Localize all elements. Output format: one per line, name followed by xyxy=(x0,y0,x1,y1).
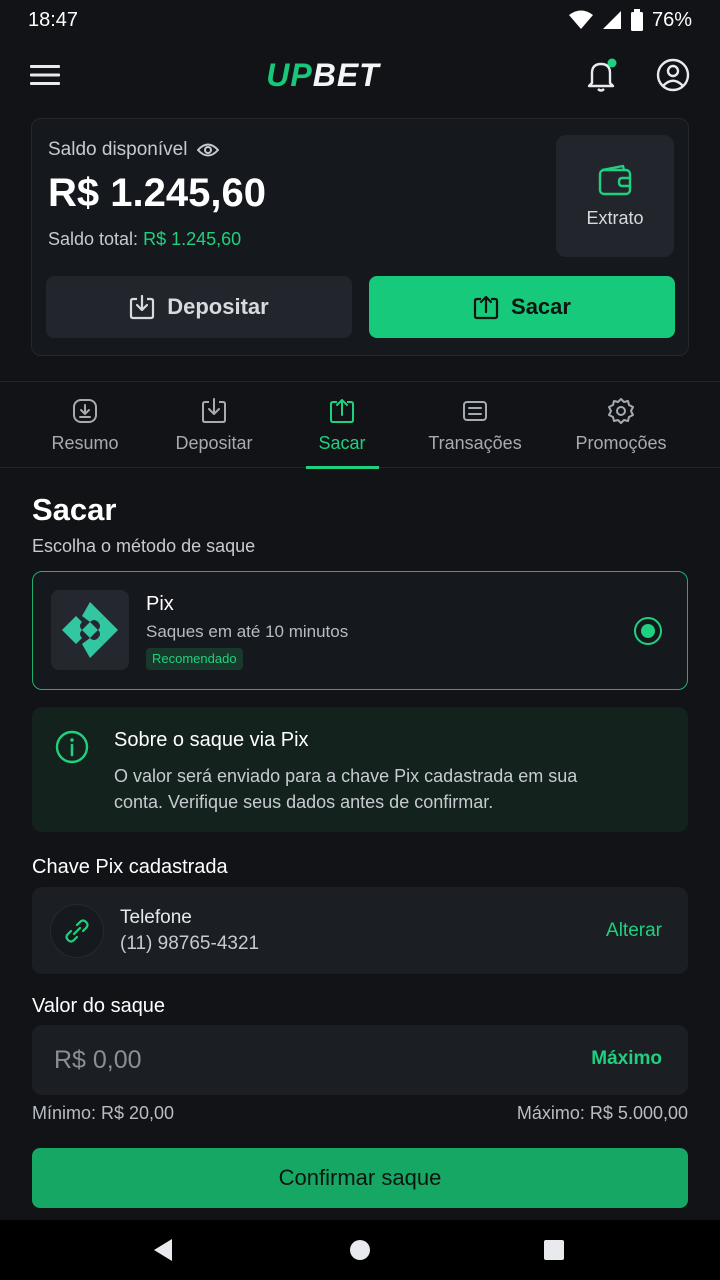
transactions-icon xyxy=(463,400,487,421)
method-radio[interactable] xyxy=(634,617,662,645)
method-description: Saques em até 10 minutos xyxy=(146,622,349,641)
tab-transacoes[interactable]: Transações xyxy=(420,382,530,468)
amount-input[interactable] xyxy=(54,1025,454,1095)
balance-label: Saldo disponível xyxy=(48,139,220,161)
tab-promocoes[interactable]: Promoções xyxy=(566,382,676,468)
info-text: O valor será enviado para a chave Pix ca… xyxy=(114,766,578,812)
status-bar: 18:47 76% xyxy=(0,0,720,40)
brand-logo[interactable]: UPBET xyxy=(266,57,379,94)
active-tab-indicator xyxy=(306,466,379,469)
extrato-button[interactable]: Extrato xyxy=(556,135,674,257)
info-title: Sobre o saque via Pix xyxy=(114,729,309,751)
battery-percent: 76% xyxy=(651,8,692,31)
profile-icon[interactable] xyxy=(656,58,690,92)
tab-depositar[interactable]: Depositar xyxy=(164,382,264,468)
deposit-button[interactable]: Depositar xyxy=(46,276,352,338)
withdraw-button[interactable]: Sacar xyxy=(369,276,675,338)
max-amount-button[interactable]: Máximo xyxy=(591,1048,662,1070)
promotions-icon xyxy=(608,397,634,424)
recents-icon[interactable] xyxy=(543,1238,565,1262)
status-time: 18:47 xyxy=(28,8,79,31)
section-tabs: Resumo Depositar Sacar Transações Promoç… xyxy=(0,381,720,469)
wifi-icon xyxy=(568,10,593,29)
pix-key-type: Telefone xyxy=(120,907,192,928)
system-nav-bar xyxy=(0,1220,720,1280)
pix-key-value: (11) 98765-4321 xyxy=(120,933,260,954)
pix-key-card: Telefone (11) 98765-4321 Alterar xyxy=(32,887,688,974)
eye-icon[interactable] xyxy=(197,142,220,158)
pix-info-card: Sobre o saque via Pix O valor será envia… xyxy=(32,707,688,832)
balance-total: Saldo total: R$ 1.245,60 xyxy=(48,229,242,249)
balance-total-value: R$ 1.245,60 xyxy=(143,229,242,249)
balance-amount: R$ 1.245,60 xyxy=(48,171,266,215)
amount-label: Valor do saque xyxy=(32,995,166,1017)
download-tray-icon xyxy=(130,294,155,320)
signal-icon xyxy=(602,11,621,29)
pix-method-option[interactable]: Pix Saques em até 10 minutos Recomendado xyxy=(32,571,688,690)
back-icon[interactable] xyxy=(152,1238,174,1262)
recommended-badge: Recomendado xyxy=(146,648,243,670)
pix-logo-icon xyxy=(51,590,129,670)
page-subtitle: Escolha o método de saque xyxy=(32,536,256,556)
balance-card: Saldo disponível R$ 1.245,60 Saldo total… xyxy=(31,118,689,356)
change-key-button[interactable]: Alterar xyxy=(606,920,662,942)
home-icon[interactable] xyxy=(349,1238,371,1262)
app-header: UPBET xyxy=(0,40,720,110)
radio-selected-dot xyxy=(641,624,655,638)
withdraw-icon xyxy=(330,398,354,423)
confirm-withdraw-button[interactable]: Confirmar saque xyxy=(32,1148,688,1208)
method-name: Pix xyxy=(146,593,174,615)
summary-icon xyxy=(73,398,97,423)
amount-field: Máximo xyxy=(32,1025,688,1095)
tab-sacar[interactable]: Sacar xyxy=(300,382,384,468)
max-limit: Máximo: R$ 5.000,00 xyxy=(516,1103,688,1123)
phone-link-icon xyxy=(50,904,104,958)
wallet-icon xyxy=(598,164,632,195)
battery-icon xyxy=(630,9,643,31)
info-icon xyxy=(55,730,89,764)
upload-tray-icon xyxy=(473,295,499,320)
pix-key-label: Chave Pix cadastrada xyxy=(32,856,228,878)
status-icons: 76% xyxy=(568,9,692,32)
amount-limits: Mínimo: R$ 20,00 Máximo: R$ 5.000,00 xyxy=(32,1103,688,1124)
menu-icon[interactable] xyxy=(30,64,60,86)
notification-bell-icon[interactable] xyxy=(586,58,618,92)
min-limit: Mínimo: R$ 20,00 xyxy=(32,1103,175,1123)
deposit-icon xyxy=(202,397,226,423)
page-title: Sacar xyxy=(32,492,117,527)
tab-resumo[interactable]: Resumo xyxy=(40,382,130,468)
